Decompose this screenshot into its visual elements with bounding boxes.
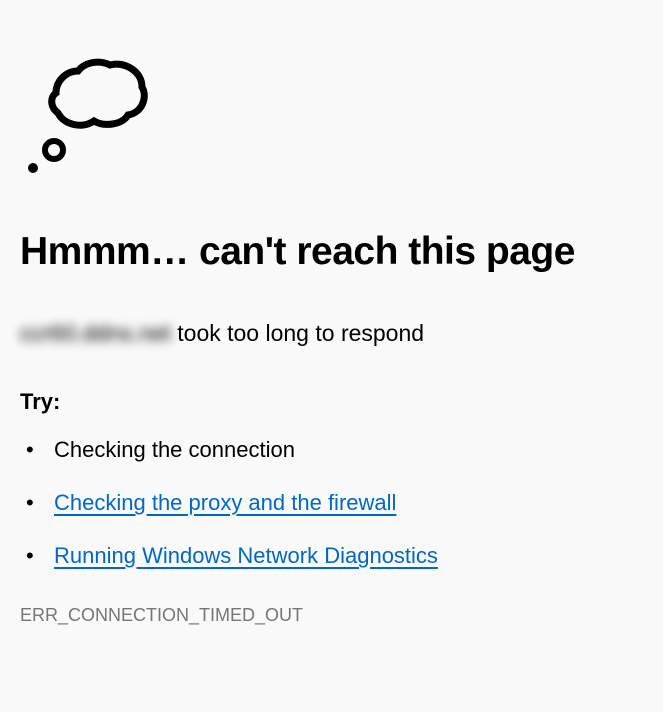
suggestion-item: Checking the connection	[20, 437, 643, 463]
page-title: Hmmm… can't reach this page	[20, 230, 643, 274]
error-subtitle: ccr60.ddns.net took too long to respond	[20, 320, 643, 347]
subtitle-message: took too long to respond	[171, 320, 424, 346]
suggestion-item: Checking the proxy and the firewall	[20, 490, 643, 516]
proxy-firewall-link[interactable]: Checking the proxy and the firewall	[54, 490, 396, 515]
suggestions-list: Checking the connection Checking the pro…	[20, 437, 643, 569]
error-code: ERR_CONNECTION_TIMED_OUT	[20, 605, 643, 626]
host-name: ccr60.ddns.net	[20, 320, 171, 346]
suggestion-item: Running Windows Network Diagnostics	[20, 543, 643, 569]
network-diagnostics-link[interactable]: Running Windows Network Diagnostics	[54, 543, 438, 568]
suggestion-text: Checking the connection	[54, 437, 295, 462]
try-label: Try:	[20, 389, 643, 415]
thought-cloud-icon	[20, 45, 643, 180]
